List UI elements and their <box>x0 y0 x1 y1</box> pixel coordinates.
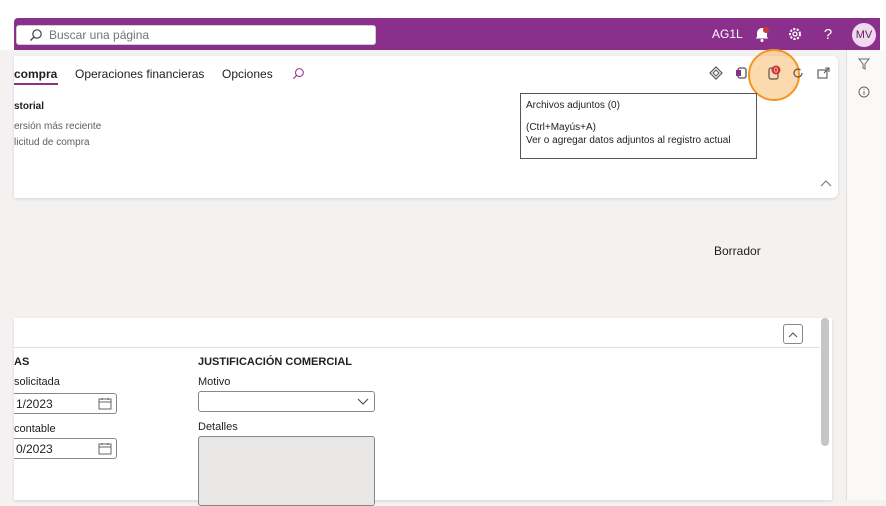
accounting-date-label: contable <box>14 423 56 435</box>
details-card <box>14 318 832 500</box>
chevron-down-icon <box>357 398 369 405</box>
accounting-date-value: 0/2023 <box>16 441 53 456</box>
tab-financial-operations[interactable]: Operaciones financieras <box>75 67 204 81</box>
requested-date-label: solicitada <box>14 376 60 388</box>
open-new-window-icon[interactable] <box>814 64 834 82</box>
history-link-requisition[interactable]: licitud de compra <box>14 137 90 148</box>
left-gutter <box>0 50 14 500</box>
chevron-up-icon[interactable] <box>820 176 832 190</box>
section-title-justification: JUSTIFICACIÓN COMERCIAL <box>198 356 352 368</box>
reason-select[interactable] <box>198 391 375 412</box>
attachments-tooltip: Archivos adjuntos (0) (Ctrl+Mayús+A) Ver… <box>520 93 757 159</box>
history-title: storial <box>14 101 45 112</box>
top-bar: AG1L ? MV <box>0 0 886 50</box>
accounting-date-field[interactable]: 0/2023 <box>14 438 117 459</box>
chevron-up-icon <box>788 331 798 337</box>
attachments-icon[interactable]: 0 <box>764 64 784 82</box>
tooltip-title: Archivos adjuntos (0) <box>526 100 620 111</box>
search-box[interactable] <box>16 25 376 45</box>
refresh-icon[interactable] <box>788 64 808 82</box>
collapse-section-button[interactable] <box>783 324 803 344</box>
notifications-icon[interactable] <box>752 24 772 44</box>
avatar[interactable]: MV <box>852 23 876 47</box>
help-icon[interactable]: ? <box>818 24 838 44</box>
filter-icon[interactable] <box>857 58 871 73</box>
info-icon[interactable] <box>858 86 870 101</box>
section-title-dates: AS <box>14 356 30 368</box>
status-label: Borrador <box>714 244 761 258</box>
calendar-icon[interactable] <box>98 442 112 455</box>
action-search-icon[interactable] <box>288 64 308 82</box>
calendar-icon[interactable] <box>98 397 112 410</box>
gear-icon[interactable] <box>785 24 805 44</box>
divider <box>14 347 820 348</box>
right-pane <box>846 50 886 500</box>
office-icon[interactable] <box>706 64 726 82</box>
history-link-latest[interactable]: ersión más reciente <box>14 121 101 132</box>
active-tab-indicator <box>14 83 58 85</box>
reason-label: Motivo <box>198 376 231 388</box>
company-picker[interactable]: AG1L <box>712 27 743 41</box>
tab-purchase[interactable]: compra <box>14 67 57 81</box>
requested-date-value: 1/2023 <box>16 396 53 411</box>
search-icon <box>30 29 42 41</box>
tooltip-shortcut: (Ctrl+Mayús+A) <box>526 122 597 133</box>
tooltip-description: Ver o agregar datos adjuntos al registro… <box>526 135 731 146</box>
search-input[interactable] <box>47 27 351 43</box>
scrollbar[interactable] <box>821 318 829 446</box>
tab-options[interactable]: Opciones <box>222 67 273 81</box>
requested-date-field[interactable]: 1/2023 <box>14 393 117 414</box>
details-label: Detalles <box>198 421 238 433</box>
attachments-badge: 0 <box>774 67 778 74</box>
details-textarea[interactable] <box>198 436 375 506</box>
